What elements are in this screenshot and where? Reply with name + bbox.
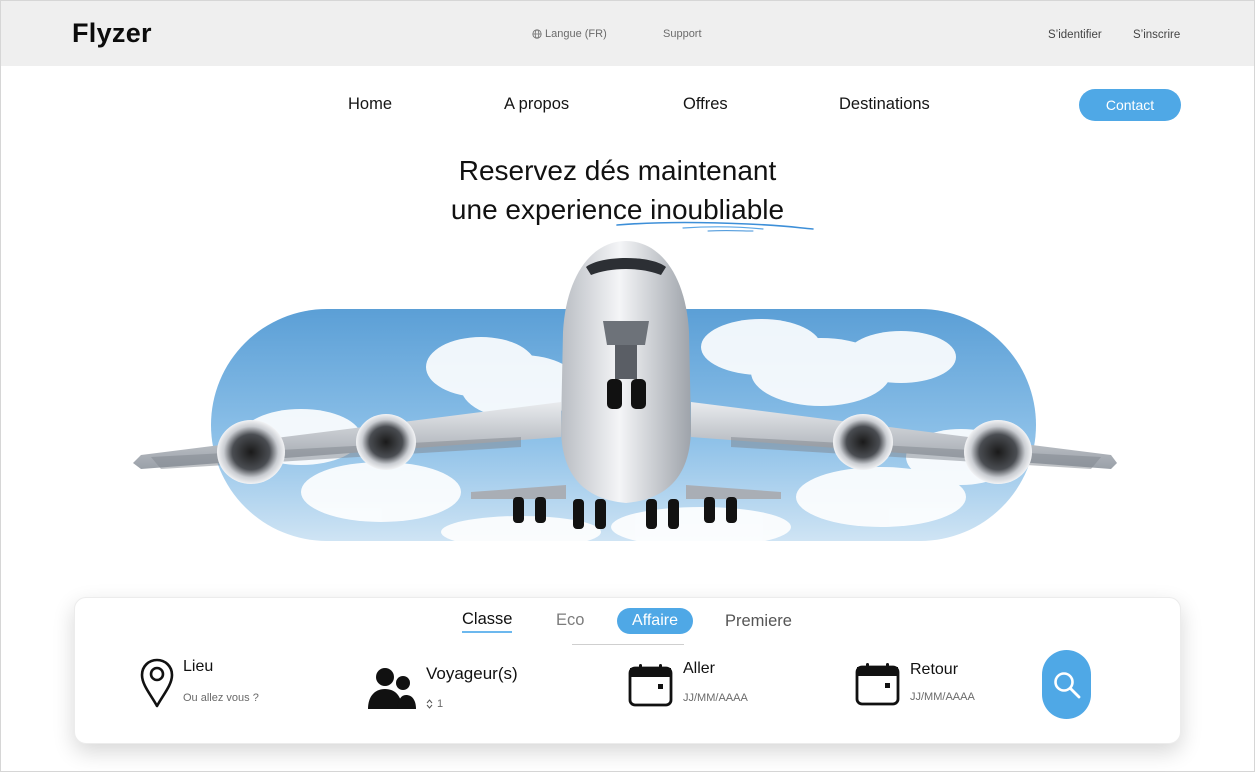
calendar-icon[interactable]: [855, 662, 900, 707]
top-bar: Flyzer Langue (FR) Support S’identifier …: [1, 1, 1254, 66]
logo[interactable]: Flyzer: [72, 18, 152, 49]
class-tab-premiere[interactable]: Premiere: [725, 612, 792, 631]
booking-card: Classe Eco Affaire Premiere Lieu Ou alle…: [74, 597, 1181, 744]
brush-underline: [616, 221, 814, 232]
hero-title: Reservez dés maintenant une experience i…: [1, 151, 1234, 229]
page: Flyzer Langue (FR) Support S’identifier …: [0, 0, 1255, 772]
nav-item-offers[interactable]: Offres: [683, 95, 728, 114]
search-icon: [1053, 671, 1080, 698]
class-tab-affaire[interactable]: Affaire: [617, 608, 693, 634]
place-input[interactable]: Ou allez vous ?: [183, 692, 259, 704]
stepper-arrows-icon[interactable]: [426, 699, 433, 709]
return-date-input[interactable]: JJ/MM/AAAA: [910, 691, 975, 703]
login-link[interactable]: S’identifier: [1048, 29, 1102, 41]
contact-button[interactable]: Contact: [1079, 89, 1181, 121]
airplane-in-sky-image: [133, 241, 1117, 547]
globe-icon: [532, 29, 542, 39]
language-selector[interactable]: Langue (FR): [532, 28, 607, 40]
hero-title-line-1: Reservez dés maintenant: [458, 155, 777, 186]
class-tab-eco[interactable]: Eco: [556, 611, 584, 630]
class-label: Classe: [462, 610, 513, 633]
nav-item-home[interactable]: Home: [348, 95, 392, 114]
travelers-stepper[interactable]: 1: [426, 698, 443, 710]
map-pin-icon: [140, 658, 174, 708]
signup-link[interactable]: S’inscrire: [1133, 29, 1180, 41]
travelers-label: Voyageur(s): [426, 664, 518, 683]
support-link[interactable]: Support: [663, 28, 702, 40]
class-tabs-divider: [572, 644, 684, 645]
nav-item-about[interactable]: A propos: [504, 95, 569, 114]
return-label: Retour: [910, 661, 959, 678]
place-label: Lieu: [183, 658, 214, 675]
travelers-value: 1: [437, 698, 444, 710]
departure-label: Aller: [683, 660, 716, 677]
departure-date-input[interactable]: JJ/MM/AAAA: [683, 692, 748, 704]
language-label: Langue (FR): [545, 28, 607, 40]
users-icon: [368, 668, 416, 709]
calendar-icon[interactable]: [628, 663, 673, 708]
nav-item-destinations[interactable]: Destinations: [839, 95, 930, 114]
search-button[interactable]: [1042, 650, 1091, 719]
